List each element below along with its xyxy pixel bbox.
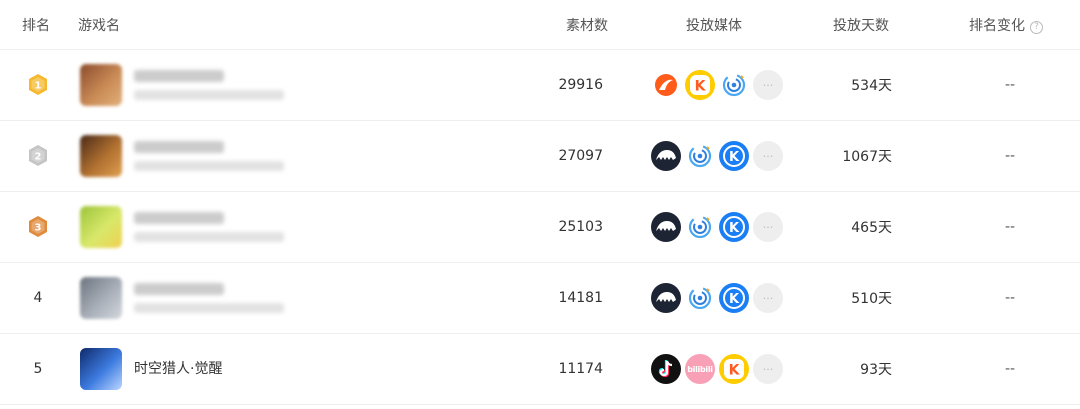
- svg-text:K: K: [729, 150, 740, 165]
- pangolin-icon[interactable]: [651, 141, 681, 171]
- header-game[interactable]: 游戏名: [78, 17, 120, 35]
- table-row[interactable]: 5 时空猎人·觉醒 11174 bilibili K ··· 93天 --: [0, 334, 1080, 405]
- rank-change-value: --: [1004, 148, 1016, 164]
- gold-medal-icon: 1: [27, 73, 49, 97]
- more-dots: ···: [762, 149, 774, 163]
- svg-text:2: 2: [35, 152, 42, 163]
- kuaishou-yellow-icon[interactable]: K: [685, 70, 715, 100]
- game-name-redacted: [134, 70, 224, 82]
- game-name-redacted: [134, 141, 224, 153]
- game-thumbnail[interactable]: [80, 348, 122, 390]
- publisher-redacted: [134, 161, 284, 171]
- more-dots: ···: [762, 291, 774, 305]
- media-icons: K ···: [651, 192, 791, 262]
- header-media[interactable]: 投放媒体: [686, 17, 742, 35]
- days-value: 534天: [851, 78, 892, 94]
- more-dots: ···: [762, 220, 774, 234]
- days-value: 1067天: [842, 149, 892, 165]
- header-rank-change[interactable]: 排名变化?: [969, 17, 1043, 35]
- more-icon[interactable]: ···: [753, 70, 783, 100]
- kuaishou-blue-icon[interactable]: K: [719, 212, 749, 242]
- svg-text:K: K: [729, 292, 740, 307]
- rank-cell: 3: [20, 192, 56, 262]
- table-row[interactable]: 3 25103 K ··· 465天 --: [0, 192, 1080, 263]
- rank-cell: 4: [33, 290, 43, 306]
- swirl-app-icon[interactable]: [685, 283, 715, 313]
- materials-count: 14181: [558, 290, 603, 306]
- header-days[interactable]: 投放天数: [833, 17, 889, 35]
- media-icons: K ···: [651, 263, 791, 333]
- swirl-app-icon[interactable]: [685, 141, 715, 171]
- days-value: 465天: [851, 220, 892, 236]
- pangolin-icon[interactable]: [651, 283, 681, 313]
- svg-text:1: 1: [35, 81, 42, 92]
- bilibili-label: bilibili: [687, 364, 713, 374]
- game-cell[interactable]: [80, 121, 380, 191]
- header-rank-change-label: 排名变化: [969, 18, 1025, 34]
- more-dots: ···: [762, 78, 774, 92]
- rank-cell: 5: [33, 361, 43, 377]
- more-icon[interactable]: ···: [753, 283, 783, 313]
- materials-count: 25103: [558, 219, 603, 235]
- game-cell[interactable]: [80, 192, 380, 262]
- more-icon[interactable]: ···: [753, 354, 783, 384]
- help-icon[interactable]: ?: [1030, 21, 1043, 34]
- swirl-app-icon[interactable]: [685, 212, 715, 242]
- publisher-redacted: [134, 232, 284, 242]
- game-cell[interactable]: 时空猎人·觉醒: [80, 334, 380, 404]
- header-materials[interactable]: 素材数: [566, 17, 608, 35]
- more-icon[interactable]: ···: [753, 141, 783, 171]
- rank-change-value: --: [1004, 219, 1016, 235]
- svg-text:K: K: [729, 221, 740, 236]
- table-row[interactable]: 1 29916 K ··· 534天 --: [0, 50, 1080, 121]
- svg-text:K: K: [695, 79, 707, 95]
- rank-change-value: --: [1004, 361, 1016, 377]
- materials-count: 29916: [558, 77, 603, 93]
- days-value: 510天: [851, 291, 892, 307]
- publisher-redacted: [134, 303, 284, 313]
- ranking-table: 排名 游戏名 素材数 投放媒体 投放天数 排名变化? 1 29916 K ··· 534…: [0, 0, 1080, 409]
- kuaishou-blue-icon[interactable]: K: [719, 283, 749, 313]
- table-header: 排名 游戏名 素材数 投放媒体 投放天数 排名变化?: [0, 0, 1080, 50]
- rank-cell: 1: [20, 50, 56, 120]
- game-cell[interactable]: [80, 50, 380, 120]
- bronze-medal-icon: 3: [27, 215, 49, 239]
- game-name-redacted: [134, 283, 224, 295]
- swirl-app-icon[interactable]: [719, 70, 749, 100]
- svg-text:K: K: [729, 363, 741, 379]
- rank-cell: 2: [20, 121, 56, 191]
- game-thumbnail[interactable]: [80, 206, 122, 248]
- game-thumbnail[interactable]: [80, 277, 122, 319]
- game-thumbnail[interactable]: [80, 64, 122, 106]
- rank-change-value: --: [1004, 77, 1016, 93]
- game-name-redacted: [134, 212, 224, 224]
- toutiao-orange-icon[interactable]: [651, 70, 681, 100]
- media-icons: K ···: [651, 121, 791, 191]
- materials-count: 27097: [558, 148, 603, 164]
- kuaishou-blue-icon[interactable]: K: [719, 141, 749, 171]
- media-icons: bilibili K ···: [651, 334, 791, 404]
- more-dots: ···: [762, 362, 774, 376]
- silver-medal-icon: 2: [27, 144, 49, 168]
- table-row[interactable]: 4 14181 K ··· 510天 --: [0, 263, 1080, 334]
- game-cell[interactable]: [80, 263, 380, 333]
- header-rank[interactable]: 排名: [22, 17, 50, 35]
- svg-text:3: 3: [35, 223, 42, 234]
- bilibili-icon[interactable]: bilibili: [685, 354, 715, 384]
- rank-change-value: --: [1004, 290, 1016, 306]
- kuaishou-yellow-icon[interactable]: K: [719, 354, 749, 384]
- tiktok-icon[interactable]: [651, 354, 681, 384]
- more-icon[interactable]: ···: [753, 212, 783, 242]
- game-name[interactable]: 时空猎人·觉醒: [134, 360, 222, 378]
- days-value: 93天: [860, 362, 892, 378]
- table-row[interactable]: 2 27097 K ··· 1067天 --: [0, 121, 1080, 192]
- game-thumbnail[interactable]: [80, 135, 122, 177]
- materials-count: 11174: [558, 361, 603, 377]
- publisher-redacted: [134, 90, 284, 100]
- pangolin-icon[interactable]: [651, 212, 681, 242]
- media-icons: K ···: [651, 50, 791, 120]
